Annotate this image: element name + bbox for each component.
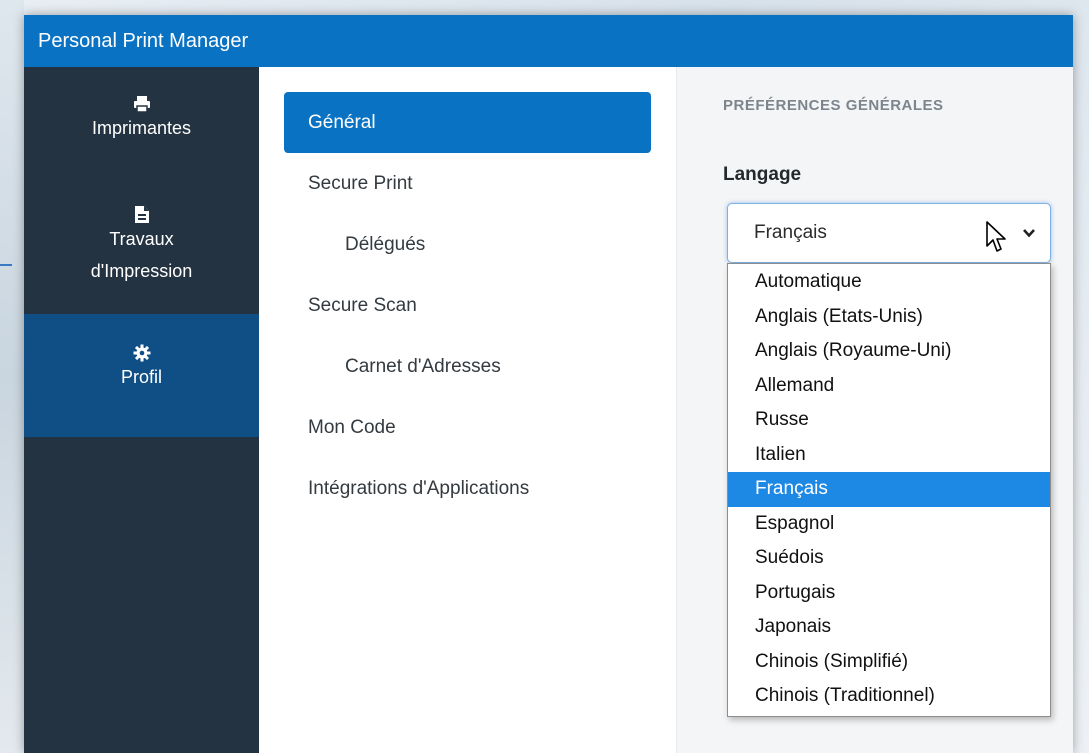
sidebar: Imprimantes Travaux d'Impression Profil bbox=[24, 67, 259, 753]
printer-icon bbox=[133, 96, 150, 113]
gear-icon bbox=[133, 344, 150, 362]
sidebar-item-printers[interactable]: Imprimantes bbox=[24, 95, 259, 141]
sidebar-item-label: Travaux bbox=[109, 229, 174, 249]
mouse-cursor-icon bbox=[986, 221, 1006, 252]
submenu-item-general[interactable]: Général bbox=[284, 92, 651, 153]
language-option[interactable]: Chinois (Traditionnel) bbox=[728, 679, 1050, 714]
window-title: Personal Print Manager bbox=[24, 15, 1073, 67]
submenu-item-delegates[interactable]: Délégués bbox=[284, 214, 651, 275]
language-option[interactable]: Français bbox=[728, 472, 1050, 507]
background-desktop bbox=[0, 0, 24, 753]
background-arrow bbox=[0, 264, 12, 266]
language-select-value: Français bbox=[754, 222, 827, 243]
language-option[interactable]: Japonais bbox=[728, 610, 1050, 645]
sidebar-item-profile[interactable]: Profil bbox=[24, 314, 259, 437]
submenu-item-address-book[interactable]: Carnet d'Adresses bbox=[284, 336, 651, 397]
submenu-item-secure-print[interactable]: Secure Print bbox=[284, 153, 651, 214]
sidebar-item-label: Profil bbox=[120, 367, 162, 387]
submenu-item-my-code[interactable]: Mon Code bbox=[284, 397, 651, 458]
language-option[interactable]: Portugais bbox=[728, 576, 1050, 611]
settings-submenu: Général Secure Print Délégués Secure Sca… bbox=[259, 67, 677, 753]
sidebar-item-label: Imprimantes bbox=[91, 118, 192, 138]
submenu-item-app-integrations[interactable]: Intégrations d'Applications bbox=[284, 458, 651, 519]
sidebar-item-print-jobs[interactable]: Travaux d'Impression bbox=[24, 205, 259, 284]
language-option[interactable]: Italien bbox=[728, 438, 1050, 473]
language-option[interactable]: Automatique bbox=[728, 265, 1050, 300]
language-option[interactable]: Anglais (Etats-Unis) bbox=[728, 300, 1050, 335]
section-title: PRÉFÉRENCES GÉNÉRALES bbox=[723, 97, 944, 114]
app-window: Personal Print Manager Imprimantes Trava… bbox=[24, 15, 1073, 753]
document-icon bbox=[134, 206, 149, 223]
language-option[interactable]: Allemand bbox=[728, 369, 1050, 404]
language-option[interactable]: Suédois bbox=[728, 541, 1050, 576]
language-label: Langage bbox=[723, 164, 802, 185]
language-option[interactable]: Espagnol bbox=[728, 507, 1050, 542]
sidebar-item-label: d'Impression bbox=[90, 261, 193, 281]
language-option[interactable]: Russe bbox=[728, 403, 1050, 438]
submenu-item-secure-scan[interactable]: Secure Scan bbox=[284, 275, 651, 336]
general-preferences-panel: PRÉFÉRENCES GÉNÉRALES Langage Français A… bbox=[677, 67, 1073, 753]
language-option[interactable]: Anglais (Royaume-Uni) bbox=[728, 334, 1050, 369]
language-option[interactable]: Chinois (Simplifié) bbox=[728, 645, 1050, 680]
chevron-down-icon bbox=[1023, 229, 1035, 238]
language-dropdown-list: Automatique Anglais (Etats-Unis) Anglais (… bbox=[727, 263, 1051, 717]
